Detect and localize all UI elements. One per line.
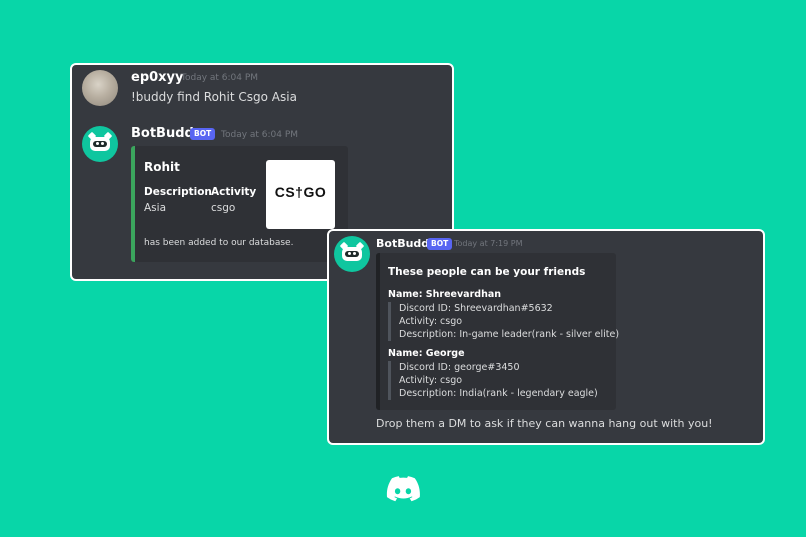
embed-field-value: csgo bbox=[211, 202, 236, 214]
embed-field-name: Activity bbox=[211, 186, 257, 198]
bot-avatar[interactable] bbox=[334, 236, 370, 272]
csgo-logo-text: CS†GO bbox=[274, 184, 327, 200]
embed-accent-bar bbox=[376, 253, 380, 410]
embed-rohit: Rohit Description Asia Activity csgo CS†… bbox=[131, 146, 348, 262]
bot-tag-badge: BOT bbox=[190, 128, 216, 140]
friend-discord-id: Discord ID: Shreevardhan#5632 bbox=[399, 303, 553, 314]
friend-activity: Activity: csgo bbox=[399, 375, 463, 386]
friend-name: Name: George bbox=[388, 348, 465, 359]
user-avatar[interactable] bbox=[82, 70, 118, 106]
embed-title: These people can be your friends bbox=[388, 266, 586, 278]
csgo-logo-thumbnail[interactable]: CS†GO bbox=[266, 160, 335, 229]
friend-description: Description: India(rank - legendary eagl… bbox=[399, 388, 598, 399]
friend-description: Description: In-game leader(rank - silve… bbox=[399, 329, 620, 340]
bot-face-icon bbox=[342, 247, 362, 261]
bot-face-icon bbox=[90, 137, 110, 151]
bot-avatar[interactable] bbox=[82, 126, 118, 162]
friend-details-quote: Discord ID: Shreevardhan#5632 Activity: … bbox=[388, 302, 619, 341]
username[interactable]: ep0xyy bbox=[131, 70, 184, 85]
message-text: !buddy find Rohit Csgo Asia bbox=[131, 90, 297, 104]
message-text: Drop them a DM to ask if they can wanna … bbox=[376, 417, 713, 430]
embed-footer: has been added to our database. bbox=[144, 238, 294, 248]
embed-title: Rohit bbox=[144, 160, 180, 174]
embed-field-value: Asia bbox=[144, 202, 167, 214]
friend-discord-id: Discord ID: george#3450 bbox=[399, 362, 520, 373]
discord-logo-icon bbox=[386, 476, 420, 502]
embed-friends: These people can be your friends Name: S… bbox=[376, 253, 619, 410]
friend-name: Name: Shreevardhan bbox=[388, 289, 502, 300]
friend-activity: Activity: csgo bbox=[399, 316, 463, 327]
chat-card-bottom: BotBuddy BOT Today at 7:19 PM These peop… bbox=[327, 229, 765, 445]
bot-tag-badge: BOT bbox=[427, 238, 453, 250]
timestamp: Today at 6:04 PM bbox=[181, 73, 259, 83]
embed-accent-bar bbox=[131, 146, 135, 262]
friend-details-quote: Discord ID: george#3450 Activity: csgo D… bbox=[388, 361, 598, 400]
embed-field-name: Description bbox=[144, 186, 212, 198]
timestamp: Today at 6:04 PM bbox=[221, 130, 299, 140]
timestamp: Today at 7:19 PM bbox=[454, 239, 523, 248]
